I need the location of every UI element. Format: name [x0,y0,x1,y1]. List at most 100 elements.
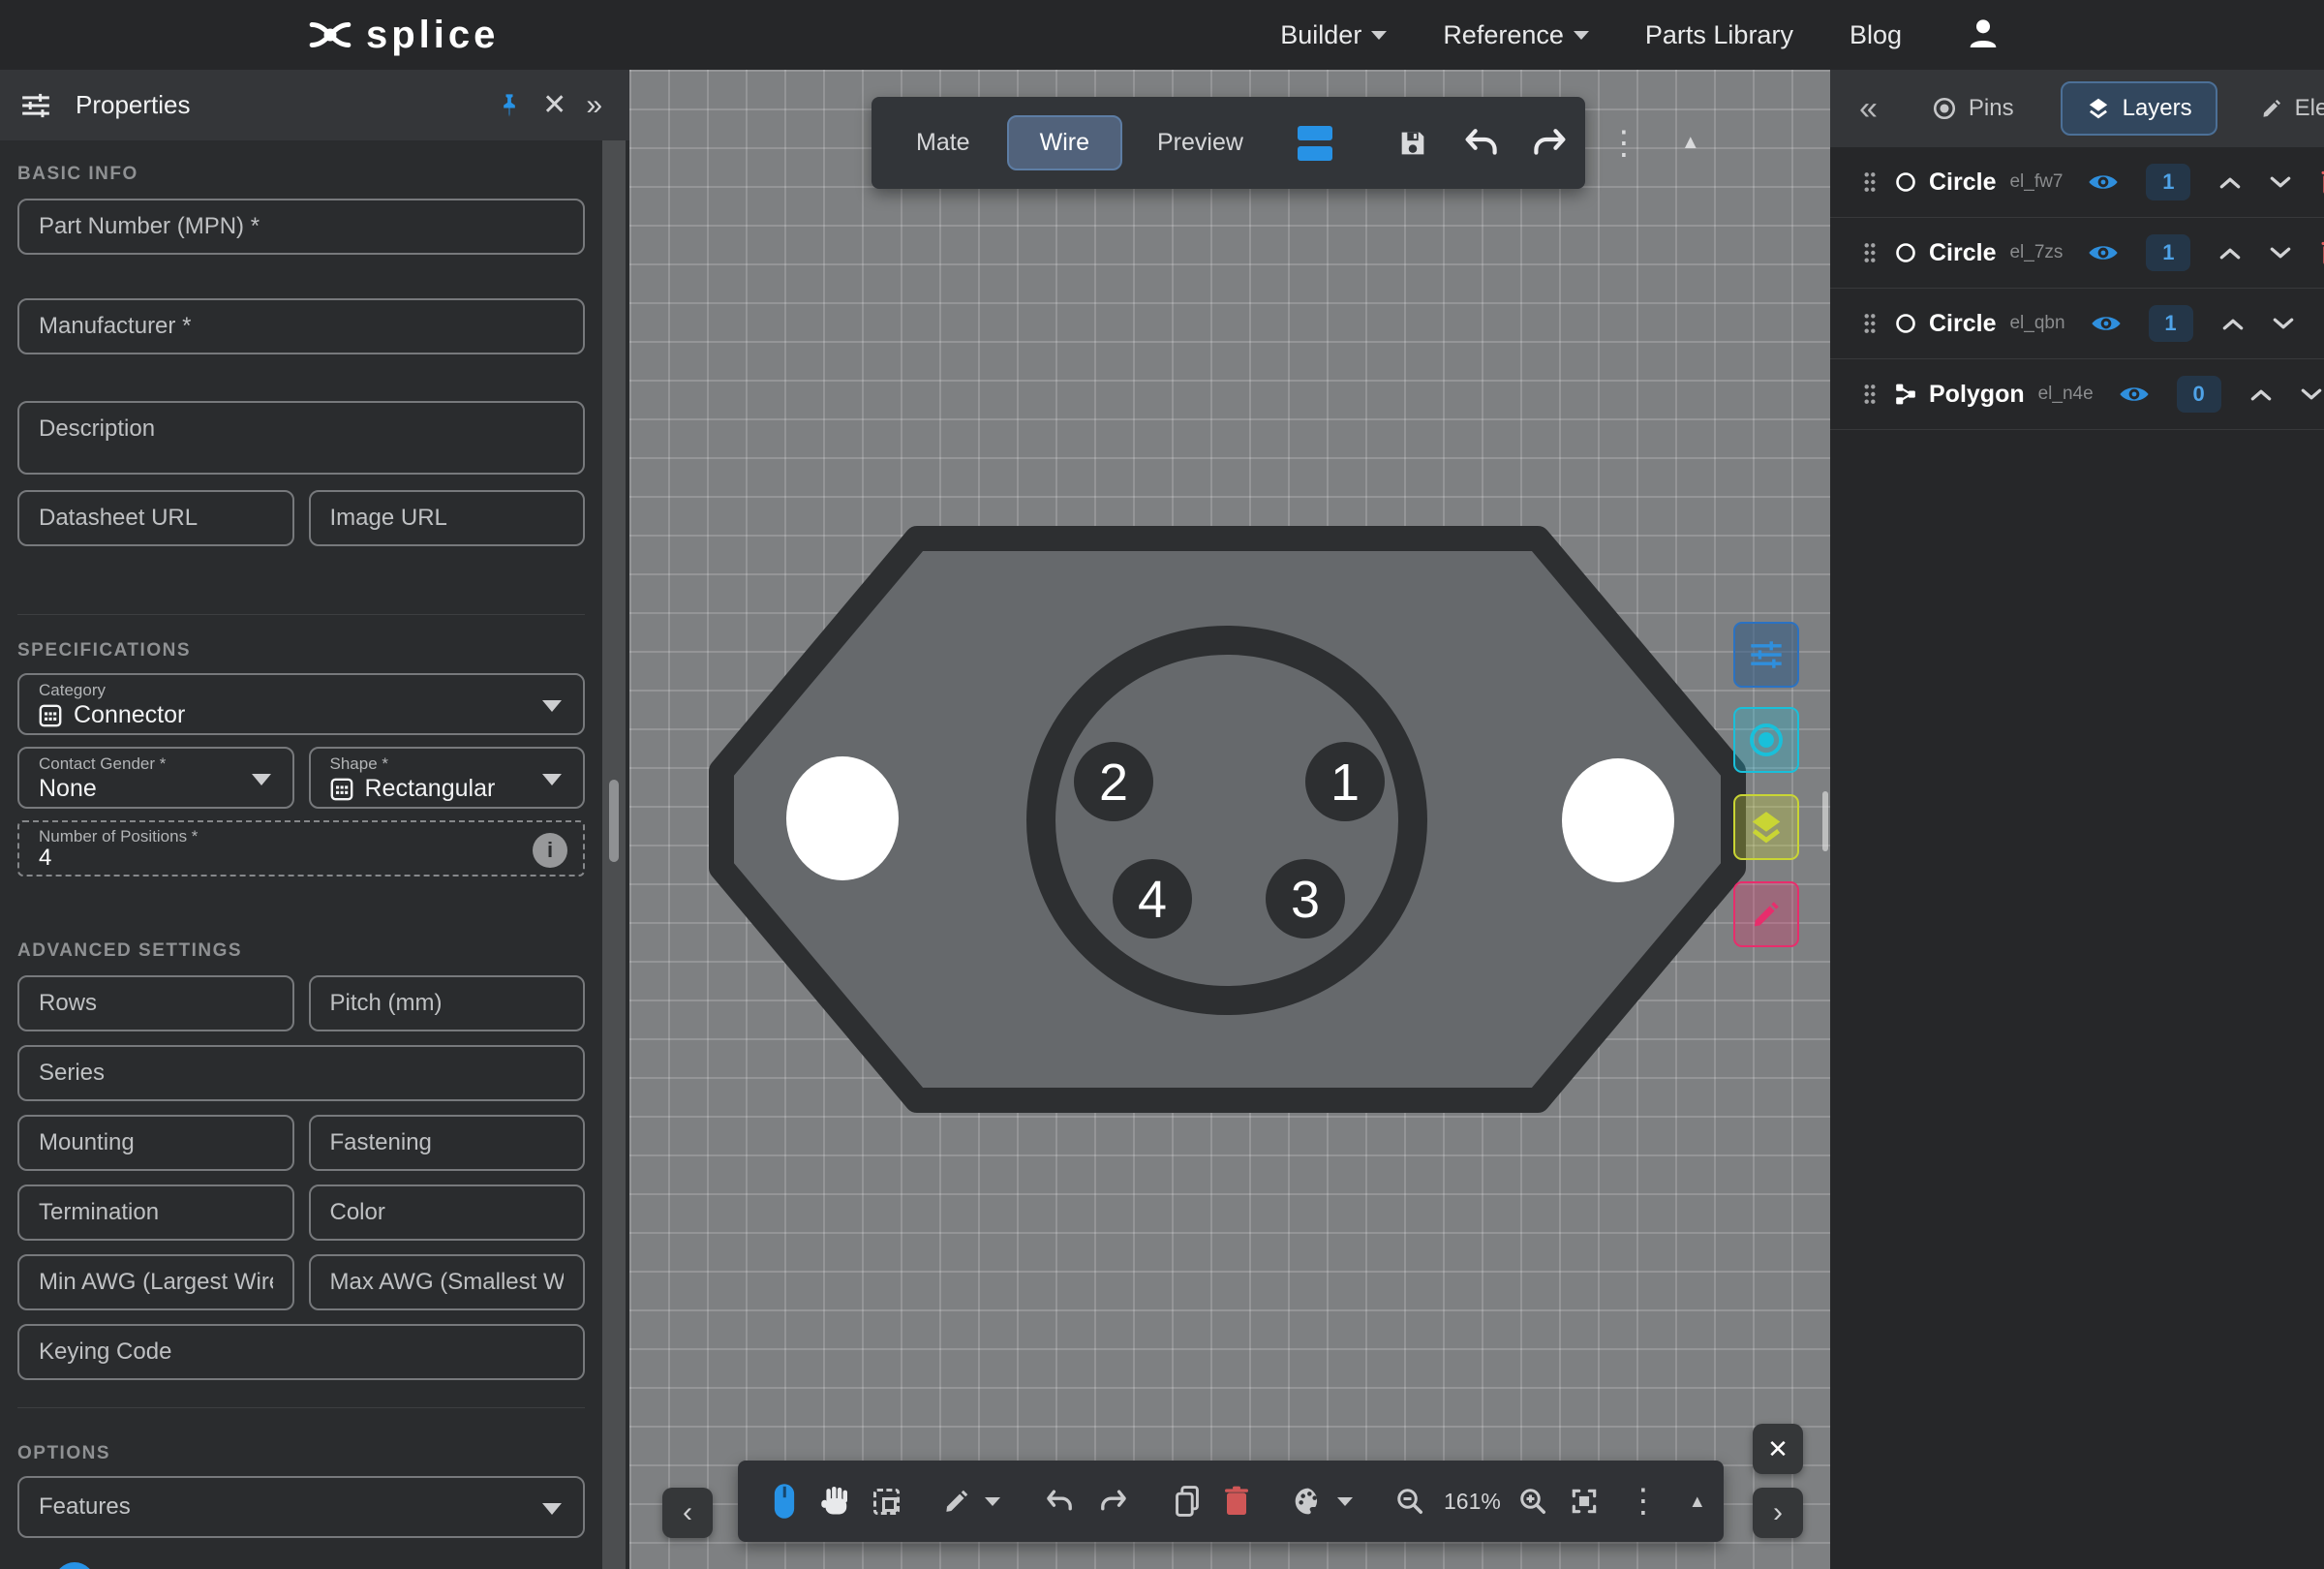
scrollbar-thumb[interactable] [609,780,619,862]
move-down-icon[interactable] [2301,388,2322,401]
layout-rows-icon[interactable] [1298,126,1332,161]
move-up-icon[interactable] [2250,388,2272,401]
redo-button[interactable] [1097,1488,1130,1515]
manufacturer-input[interactable] [17,298,585,354]
visibility-eye-icon[interactable] [2088,171,2119,193]
layer-row-circle-el_qbn[interactable]: Circle el_qbn 1 [1830,289,2324,359]
draw-tool[interactable] [942,1487,971,1516]
nav-parts-library[interactable]: Parts Library [1645,20,1793,50]
user-avatar-icon[interactable] [1964,14,2003,57]
palette-button[interactable] [1293,1486,1324,1517]
pin-3[interactable]: 3 [1266,859,1345,938]
collapse-panel-icon[interactable]: « [1859,90,1878,128]
layer-row-circle-el_7zs[interactable]: Circle el_7zs 1 [1830,218,2324,289]
editor-canvas[interactable]: 1 2 3 4 Mate Wire Preview [629,70,1830,1569]
visibility-eye-icon[interactable] [2119,384,2150,405]
fit-screen-button[interactable] [1569,1486,1600,1517]
mouse-select-tool[interactable] [771,1483,798,1520]
move-up-icon[interactable] [2222,318,2244,330]
panel-expand-right-button[interactable]: › [1753,1488,1803,1538]
zoom-in-button[interactable] [1518,1487,1547,1516]
layer-count-badge[interactable]: 1 [2149,305,2193,342]
color-input[interactable] [309,1184,586,1241]
left-panel-scrollbar[interactable] [602,140,626,1569]
nav-blog[interactable]: Blog [1850,20,1902,50]
rows-input[interactable] [17,975,294,1031]
shape-select[interactable]: Shape * Rectangular [309,747,586,809]
keying-code-input[interactable] [17,1324,585,1380]
pins-float-button[interactable] [1733,707,1799,773]
mode-preview-button[interactable]: Preview [1157,117,1243,169]
mode-wire-button[interactable]: Wire [1007,115,1122,170]
layer-count-badge[interactable]: 1 [2146,164,2190,200]
marquee-select-tool[interactable] [873,1489,900,1515]
delete-layer-icon[interactable] [2320,239,2324,266]
mounting-hole-left[interactable] [786,756,899,880]
layers-float-button[interactable] [1733,794,1799,860]
chevron-down-icon[interactable] [1337,1497,1353,1506]
features-select[interactable]: Features [17,1476,585,1538]
layer-count-badge[interactable]: 1 [2146,234,2190,271]
save-button[interactable] [1396,127,1429,160]
contact-gender-select[interactable]: Contact Gender * None [17,747,294,809]
collapse-panel-icon[interactable]: » [586,91,602,120]
pin-1[interactable]: 1 [1305,742,1385,821]
collapse-toolbar-icon[interactable]: ▲ [1689,1492,1706,1512]
pin-2[interactable]: 2 [1074,742,1153,821]
visibility-eye-icon[interactable] [2091,313,2122,334]
undo-button[interactable] [1462,128,1501,159]
move-down-icon[interactable] [2270,176,2291,189]
redo-button[interactable] [1530,128,1569,159]
pitch-input[interactable] [309,975,586,1031]
chevron-down-icon[interactable] [985,1497,1000,1506]
panel-expand-left-button[interactable]: ‹ [662,1488,713,1538]
mounting-hole-right[interactable] [1562,758,1674,882]
termination-input[interactable] [17,1184,294,1241]
tab-layers[interactable]: Layers [2061,81,2217,136]
pin-4[interactable]: 4 [1113,859,1192,938]
close-icon[interactable]: ✕ [542,91,566,120]
tab-element[interactable]: Element [2260,95,2324,122]
layer-row-circle-el_fw7[interactable]: Circle el_fw7 1 [1830,147,2324,218]
nav-reference[interactable]: Reference [1443,20,1589,50]
nav-builder[interactable]: Builder [1280,20,1387,50]
drag-handle-icon[interactable] [1863,171,1877,193]
collapse-toolbar-icon[interactable]: ▲ [1681,132,1700,154]
move-down-icon[interactable] [2273,318,2294,330]
properties-float-button[interactable] [1733,622,1799,688]
move-down-icon[interactable] [2270,247,2291,260]
visibility-eye-icon[interactable] [2088,242,2119,263]
series-input[interactable] [17,1045,585,1101]
part-number-input[interactable] [17,199,585,255]
pan-hand-tool[interactable] [819,1484,852,1519]
info-icon[interactable]: i [533,833,567,868]
connector-ring[interactable] [1041,640,1413,1000]
min-awg-input[interactable] [17,1254,294,1310]
mode-mate-button[interactable]: Mate [916,117,970,169]
layer-count-badge[interactable]: 0 [2177,376,2221,413]
move-up-icon[interactable] [2219,176,2241,189]
tab-pins[interactable]: Pins [1932,95,2014,122]
datasheet-url-input[interactable] [17,490,294,546]
more-options-icon[interactable]: ⋮ [1627,1485,1660,1518]
drag-handle-icon[interactable] [1863,242,1877,263]
drag-handle-icon[interactable] [1863,384,1877,405]
drag-handle-icon[interactable] [1863,313,1877,334]
delete-button[interactable] [1223,1486,1250,1517]
element-float-button[interactable] [1733,881,1799,947]
layer-row-polygon-el_n4e[interactable]: Polygon el_n4e 0 [1830,359,2324,430]
move-up-icon[interactable] [2219,247,2241,260]
positions-input[interactable] [39,845,232,872]
description-input[interactable] [17,401,585,475]
duplicate-button[interactable] [1173,1485,1202,1518]
max-awg-input[interactable] [309,1254,586,1310]
zoom-out-button[interactable] [1395,1487,1424,1516]
logo[interactable]: splice [308,13,499,57]
pin-icon[interactable] [496,92,523,119]
fastening-input[interactable] [309,1115,586,1171]
more-options-icon[interactable]: ⋮ [1607,127,1640,160]
image-url-input[interactable] [309,490,586,546]
delete-layer-icon[interactable] [2320,169,2324,196]
mounting-input[interactable] [17,1115,294,1171]
canvas-scrollbar-thumb[interactable] [1822,791,1828,851]
